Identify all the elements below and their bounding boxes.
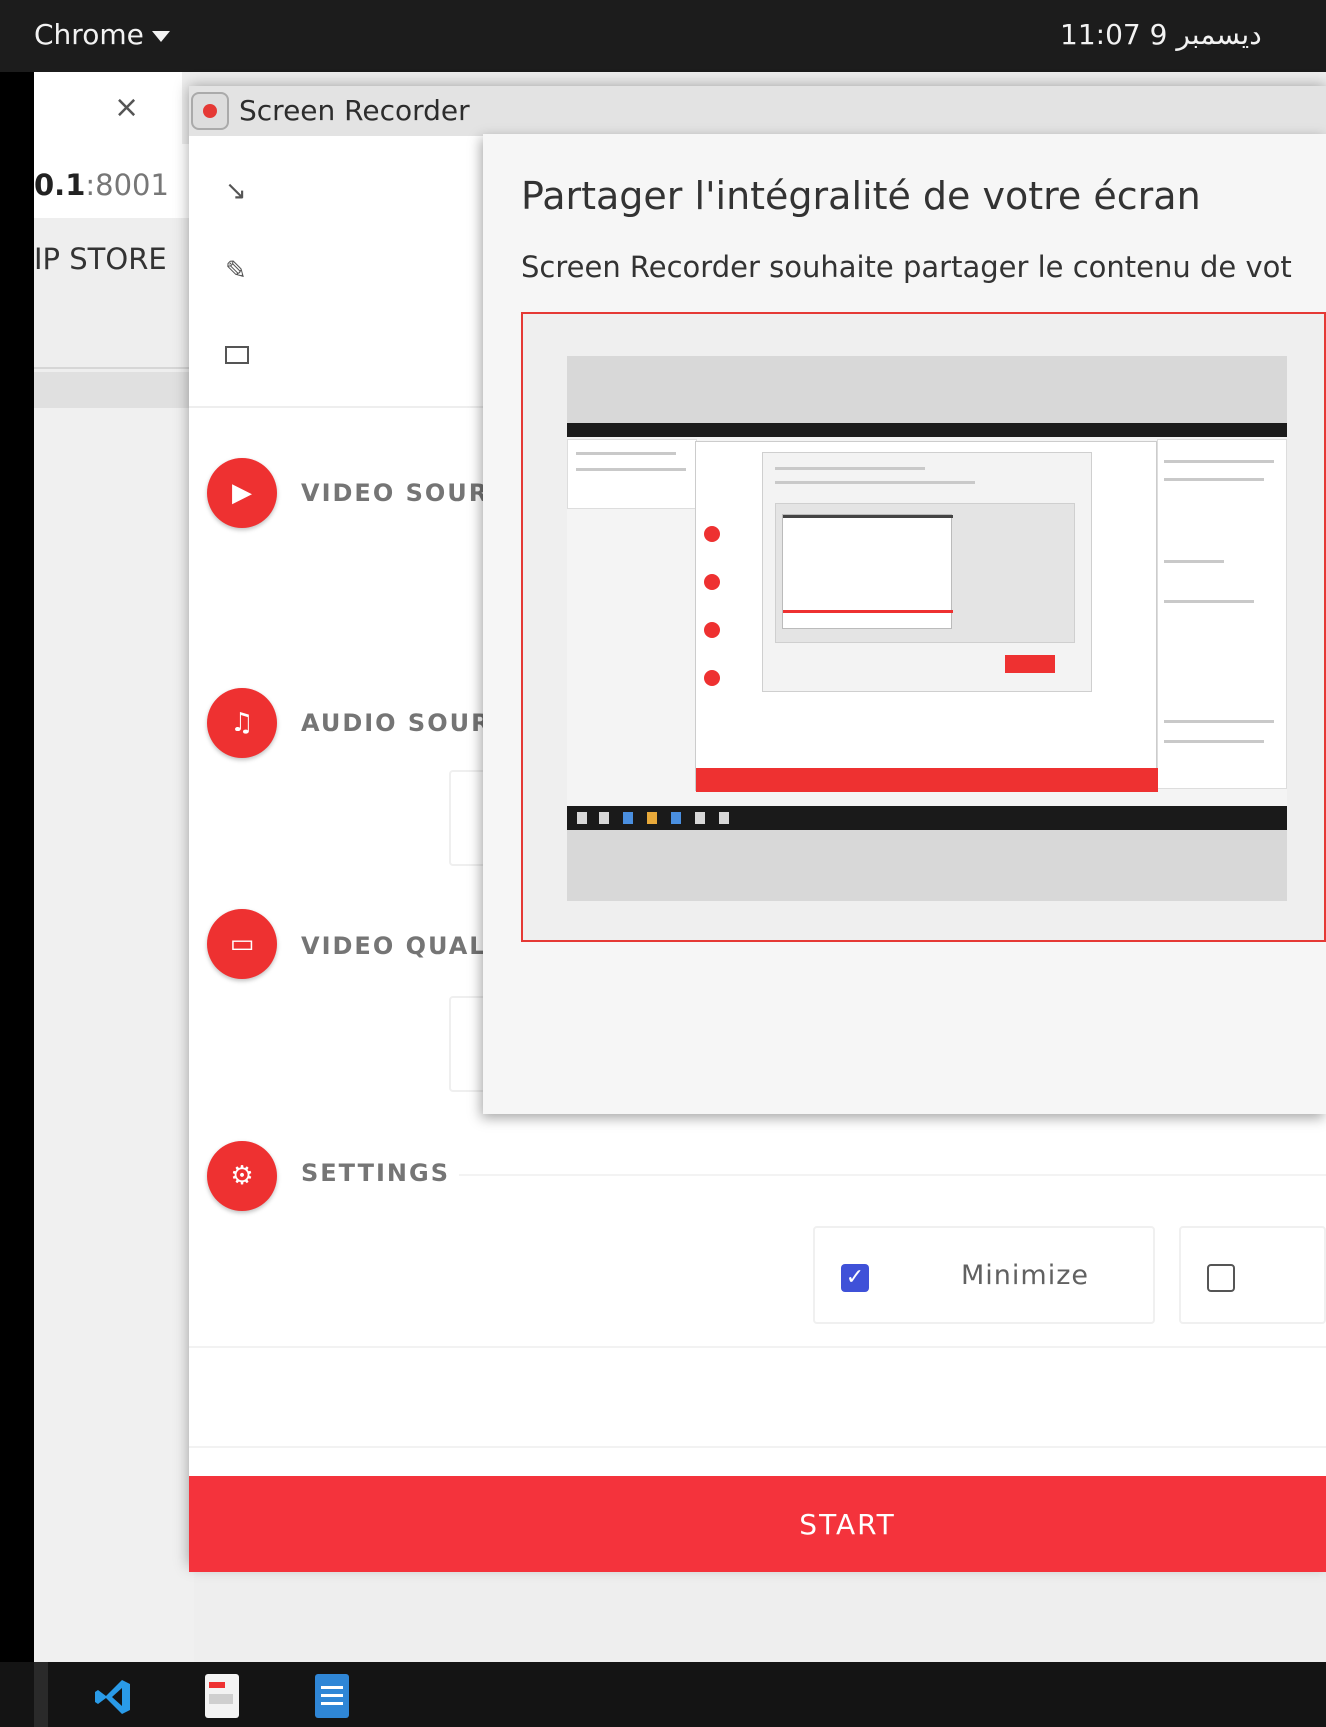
bookmark-item[interactable]: IP STORE <box>34 242 167 276</box>
app-menu[interactable]: Chrome <box>34 18 170 51</box>
monitor-icon: ▭ <box>207 909 277 979</box>
dock-edge <box>0 72 34 1662</box>
dock-left-edge <box>34 1662 48 1727</box>
dialog-title: Partager l'intégralité de votre écran <box>521 174 1201 218</box>
document-viewer-icon[interactable] <box>205 1674 239 1718</box>
screen-thumbnail <box>567 356 1287 901</box>
app-menu-label: Chrome <box>34 18 144 51</box>
close-tab-icon[interactable]: × <box>114 90 139 125</box>
caret-down-icon <box>151 30 170 42</box>
vscode-icon[interactable] <box>92 1676 134 1718</box>
thumbnail-dialog <box>762 452 1092 692</box>
dock <box>0 1662 1326 1727</box>
pen-icon[interactable]: ✎ <box>225 256 247 286</box>
browser-tab[interactable]: × <box>34 72 182 144</box>
thumbnail-inner-window <box>782 514 953 629</box>
page-toolbar <box>34 372 194 408</box>
minimize-label: Minimize <box>961 1260 1089 1291</box>
address-bar[interactable]: 0.1:8001 <box>34 168 169 202</box>
audio-source-label: AUDIO SOUR <box>301 709 492 737</box>
thumbnail-taskbar <box>567 806 1287 830</box>
thumbnail-start-bar <box>696 768 1158 792</box>
divider <box>189 1446 1326 1448</box>
videocam-icon: ▶ <box>207 458 277 528</box>
divider <box>34 367 194 369</box>
thumbnail-editor <box>1157 439 1287 789</box>
music-note-icon: ♫ <box>207 688 277 758</box>
video-quality-label: VIDEO QUALI <box>301 932 498 960</box>
text-editor-icon[interactable] <box>315 1674 349 1718</box>
dialog-description: Screen Recorder souhaite partager le con… <box>521 250 1292 284</box>
divider <box>459 1174 1326 1176</box>
divider <box>189 406 489 408</box>
page-content <box>34 408 194 1662</box>
window-title: Screen Recorder <box>239 94 470 127</box>
divider <box>189 1346 1326 1348</box>
thumbnail-topbar <box>567 423 1287 437</box>
thumbnail-inner <box>775 503 1075 643</box>
thumbnail-browser <box>567 439 697 509</box>
screen-recorder-app-icon <box>191 92 229 130</box>
share-screen-dialog: Partager l'intégralité de votre écran Sc… <box>483 134 1326 1114</box>
settings-label: SETTINGS <box>301 1159 450 1187</box>
option-checkbox[interactable] <box>1207 1264 1235 1292</box>
thumbnail-button <box>1005 655 1055 673</box>
minimize-option[interactable]: ✓ Minimize <box>813 1226 1155 1324</box>
url-host: 0.1 <box>34 168 86 202</box>
system-top-bar: Chrome ديسمبر 9 11:07 <box>0 0 1326 72</box>
video-source-label: VIDEO SOUR <box>301 479 490 507</box>
url-port: :8001 <box>85 168 169 202</box>
settings-option[interactable] <box>1179 1226 1326 1324</box>
clock[interactable]: ديسمبر 9 11:07 <box>1060 18 1262 51</box>
window-titlebar[interactable]: Screen Recorder <box>189 86 1326 136</box>
start-button[interactable]: START <box>189 1476 1326 1572</box>
crop-icon[interactable]: ↘ <box>225 176 247 206</box>
screen-preview-option[interactable] <box>521 312 1326 942</box>
thumbnail-recorder <box>695 441 1158 792</box>
thumbnail-screen <box>567 423 1287 830</box>
minimize-checkbox[interactable]: ✓ <box>841 1264 869 1292</box>
screen-icon[interactable] <box>225 346 249 364</box>
gear-icon: ⚙ <box>207 1141 277 1211</box>
